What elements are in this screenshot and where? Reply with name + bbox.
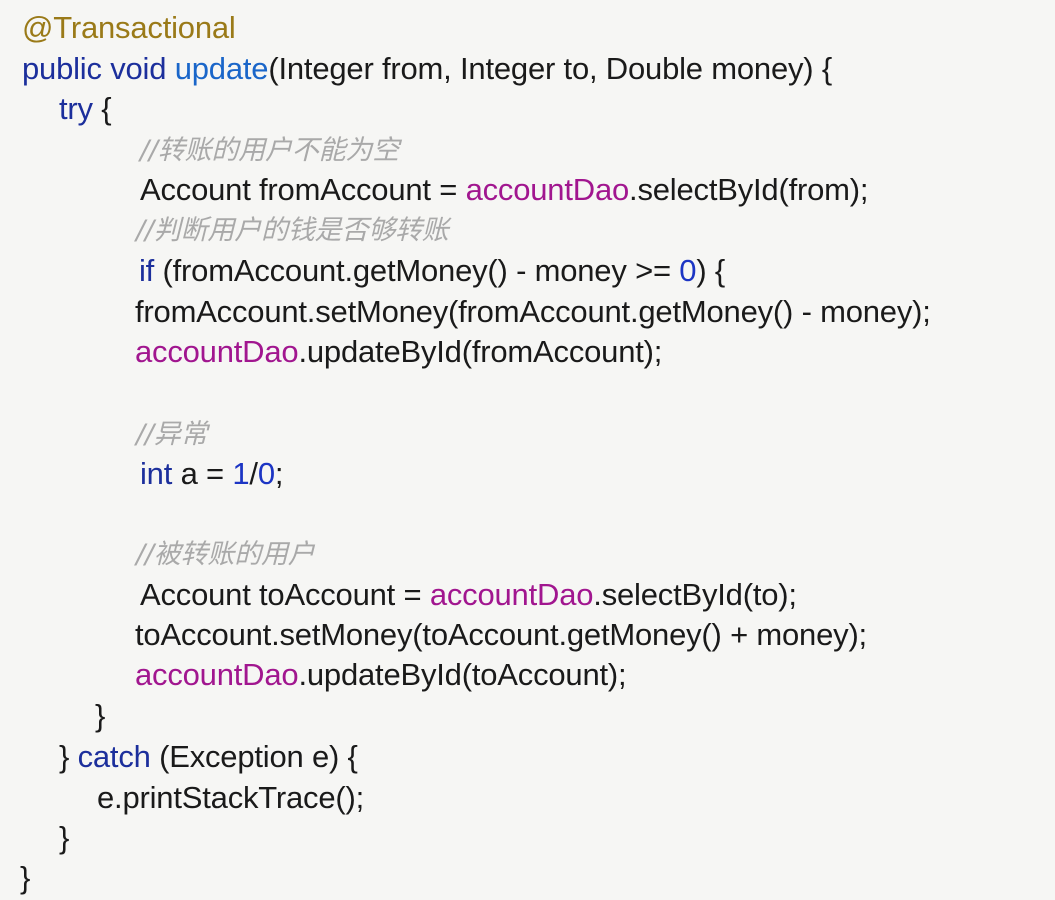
set-to-money-line: toAccount.setMoney(toAccount.getMoney() … (135, 617, 867, 652)
account-dao-field: accountDao (465, 172, 630, 207)
close-method-brace: } (20, 860, 31, 895)
comment-line-1: //转账的用户不能为空 (140, 135, 399, 166)
code-snippet: @Transactional public void update(Intege… (0, 0, 1055, 900)
comment-line-2: //判断用户的钱是否够转账 (136, 215, 449, 246)
catch-keyword: catch (77, 739, 151, 774)
try-open-line: try { (59, 91, 112, 126)
annotation-line: @Transactional (22, 10, 236, 45)
number-literal: 0 (679, 253, 697, 288)
int-keyword: int (140, 456, 173, 491)
set-from-money-line: fromAccount.setMoney(fromAccount.getMone… (135, 294, 931, 329)
method-name: update (174, 51, 269, 86)
update-to-line: accountDao.updateById(toAccount); (135, 657, 627, 692)
account-dao-field: accountDao (429, 577, 594, 612)
account-dao-field: accountDao (135, 334, 299, 369)
method-params: (Integer from, Integer to, Double money)… (268, 51, 832, 86)
from-account-line: Account fromAccount = accountDao.selectB… (140, 172, 869, 207)
catch-line: } catch (Exception e) { (59, 739, 358, 774)
if-keyword: if (139, 253, 155, 288)
close-if-brace: } (95, 698, 106, 733)
number-literal: 0 (257, 456, 275, 491)
number-literal: 1 (232, 456, 250, 491)
int-division-line: int a = 1/0; (140, 456, 284, 491)
comment-line-4: //被转账的用户 (136, 539, 315, 570)
account-dao-field: accountDao (135, 657, 299, 692)
print-stack-trace-line: e.printStackTrace(); (97, 780, 365, 815)
to-account-line: Account toAccount = accountDao.selectByI… (140, 577, 797, 612)
close-catch-brace: } (59, 820, 70, 855)
if-condition-line: if (fromAccount.getMoney() - money >= 0)… (139, 253, 726, 288)
comment-line-3: //异常 (136, 419, 208, 450)
method-signature-line: public void update(Integer from, Integer… (22, 49, 832, 89)
update-from-line: accountDao.updateById(fromAccount); (135, 334, 663, 369)
try-keyword: try (59, 91, 93, 126)
method-modifiers: public void (22, 51, 167, 86)
